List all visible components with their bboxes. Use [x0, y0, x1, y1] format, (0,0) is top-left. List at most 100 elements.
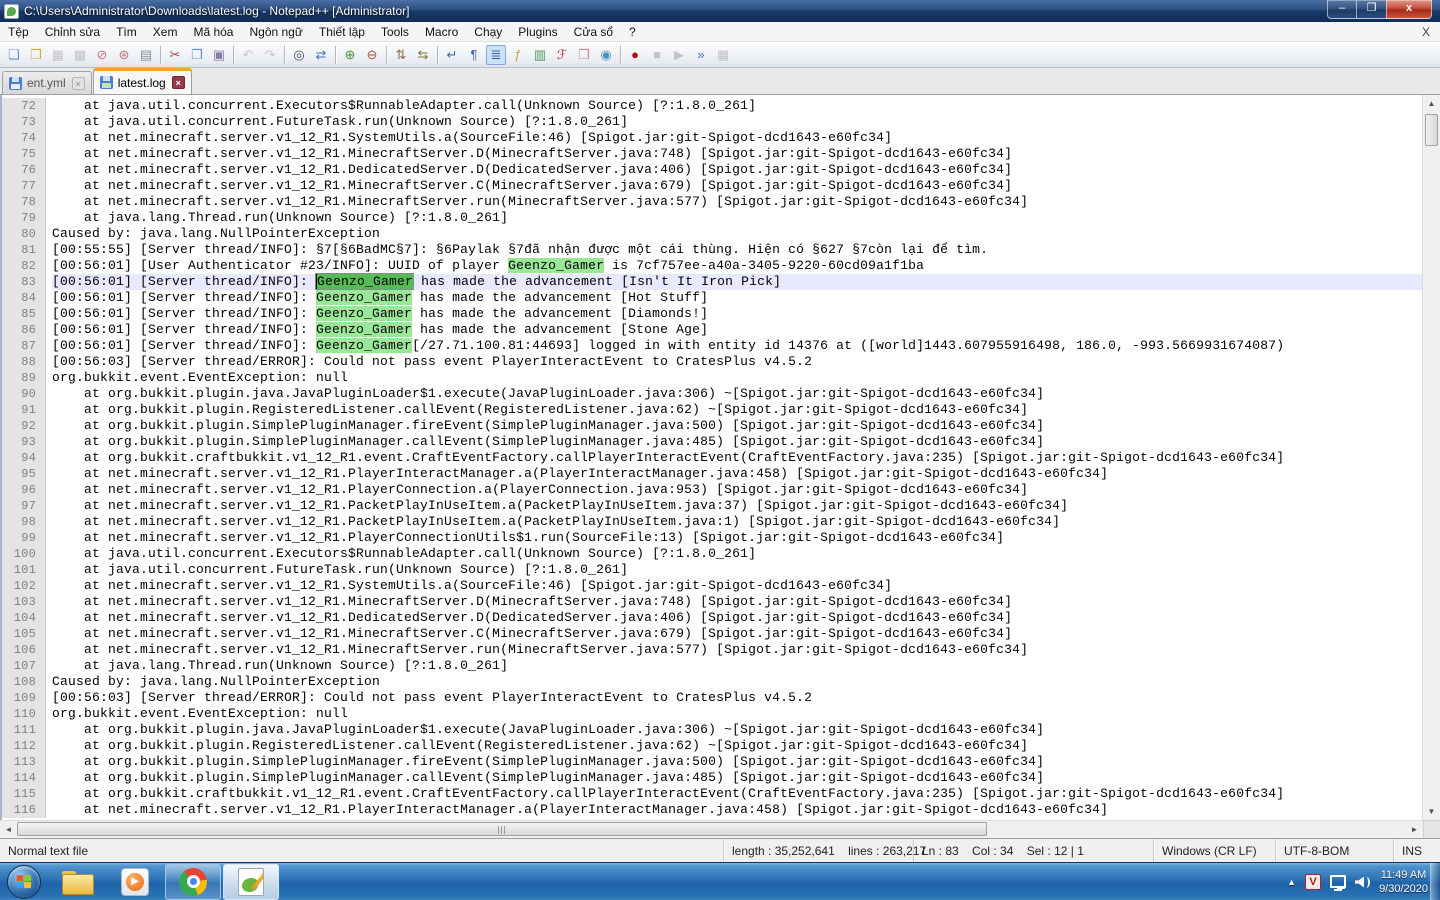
line-number[interactable]: 115	[2, 786, 46, 802]
sync-horizontal-icon[interactable]: ⇆	[413, 45, 433, 65]
log-line[interactable]: 79 at java.lang.Thread.run(Unknown Sourc…	[2, 210, 1422, 226]
cut-icon[interactable]: ✂	[165, 45, 185, 65]
new-file-icon[interactable]: ❏	[4, 45, 24, 65]
line-number[interactable]: 72	[2, 98, 46, 114]
menu-item-11[interactable]: Cửa sổ	[566, 23, 621, 41]
line-number[interactable]: 88	[2, 354, 46, 370]
line-number[interactable]: 82	[2, 258, 46, 274]
line-number[interactable]: 111	[2, 722, 46, 738]
macro-record-icon[interactable]: ●	[625, 45, 645, 65]
tab-ent.yml[interactable]: ent.yml×	[2, 71, 92, 94]
log-line[interactable]: 80Caused by: java.lang.NullPointerExcept…	[2, 226, 1422, 242]
line-number[interactable]: 98	[2, 514, 46, 530]
line-number[interactable]: 110	[2, 706, 46, 722]
log-line[interactable]: 72 at java.util.concurrent.Executors$Run…	[2, 98, 1422, 114]
volume-icon[interactable]	[1355, 877, 1370, 888]
replace-icon[interactable]: ⇄	[311, 45, 331, 65]
taskbar-notepad-plus-plus-button[interactable]	[223, 864, 279, 900]
log-line[interactable]: 95 at net.minecraft.server.v1_12_R1.Play…	[2, 466, 1422, 482]
menu-item-7[interactable]: Tools	[373, 23, 417, 41]
print-icon[interactable]: ▤	[136, 45, 156, 65]
find-icon[interactable]: ◎	[289, 45, 309, 65]
line-number[interactable]: 99	[2, 530, 46, 546]
zoom-out-icon[interactable]: ⊖	[362, 45, 382, 65]
menu-item-3[interactable]: Xem	[145, 23, 186, 41]
menu-item-10[interactable]: Plugins	[510, 23, 565, 41]
log-line[interactable]: 98 at net.minecraft.server.v1_12_R1.Pack…	[2, 514, 1422, 530]
log-line[interactable]: 94 at org.bukkit.craftbukkit.v1_12_R1.ev…	[2, 450, 1422, 466]
sync-vertical-icon[interactable]: ⇅	[391, 45, 411, 65]
line-number[interactable]: 96	[2, 482, 46, 498]
log-line[interactable]: 116 at net.minecraft.server.v1_12_R1.Pla…	[2, 802, 1422, 818]
log-line[interactable]: 102 at net.minecraft.server.v1_12_R1.Sys…	[2, 578, 1422, 594]
line-number[interactable]: 105	[2, 626, 46, 642]
show-desktop-button[interactable]	[1430, 863, 1440, 900]
indent-guide-icon[interactable]: ≣	[486, 45, 506, 65]
line-number[interactable]: 83	[2, 274, 46, 290]
log-line[interactable]: 97 at net.minecraft.server.v1_12_R1.Pack…	[2, 498, 1422, 514]
log-line[interactable]: 84[00:56:01] [Server thread/INFO]: Geenz…	[2, 290, 1422, 306]
line-number[interactable]: 76	[2, 162, 46, 178]
line-number[interactable]: 107	[2, 658, 46, 674]
menu-item-2[interactable]: Tìm	[108, 23, 145, 41]
close-doc-icon[interactable]: ⊘	[92, 45, 112, 65]
folder-workspace-icon[interactable]: ❒	[574, 45, 594, 65]
log-line[interactable]: 115 at org.bukkit.craftbukkit.v1_12_R1.e…	[2, 786, 1422, 802]
line-number[interactable]: 113	[2, 754, 46, 770]
log-line[interactable]: 100 at java.util.concurrent.Executors$Ru…	[2, 546, 1422, 562]
line-number[interactable]: 97	[2, 498, 46, 514]
line-number[interactable]: 90	[2, 386, 46, 402]
monitoring-eye-icon[interactable]: ◉	[596, 45, 616, 65]
line-number[interactable]: 78	[2, 194, 46, 210]
log-line[interactable]: 73 at java.util.concurrent.FutureTask.ru…	[2, 114, 1422, 130]
log-line[interactable]: 74 at net.minecraft.server.v1_12_R1.Syst…	[2, 130, 1422, 146]
taskbar-explorer-button[interactable]	[49, 864, 105, 900]
menu-item-4[interactable]: Mã hóa	[185, 23, 241, 41]
menu-item-12[interactable]: ?	[621, 23, 644, 41]
line-number[interactable]: 116	[2, 802, 46, 818]
antivirus-v-icon[interactable]: V	[1305, 874, 1321, 890]
restore-button[interactable]: ❐	[1357, 0, 1386, 19]
log-line[interactable]: 111 at org.bukkit.plugin.java.JavaPlugin…	[2, 722, 1422, 738]
menu-item-1[interactable]: Chỉnh sửa	[37, 23, 108, 41]
line-number[interactable]: 87	[2, 338, 46, 354]
scroll-up-arrow-icon[interactable]: ▲	[1423, 95, 1440, 112]
log-line[interactable]: 83[00:56:01] [Server thread/INFO]: Geenz…	[2, 274, 1422, 290]
log-line[interactable]: 91 at org.bukkit.plugin.RegisteredListen…	[2, 402, 1422, 418]
log-line[interactable]: 101 at java.util.concurrent.FutureTask.r…	[2, 562, 1422, 578]
line-number[interactable]: 104	[2, 610, 46, 626]
line-number[interactable]: 112	[2, 738, 46, 754]
scroll-down-arrow-icon[interactable]: ▼	[1423, 803, 1440, 820]
log-line[interactable]: 85[00:56:01] [Server thread/INFO]: Geenz…	[2, 306, 1422, 322]
hidden-icons-arrow[interactable]: ▲	[1287, 877, 1296, 887]
log-line[interactable]: 113 at org.bukkit.plugin.SimplePluginMan…	[2, 754, 1422, 770]
tab-latest.log[interactable]: latest.log×	[93, 68, 192, 94]
line-number[interactable]: 109	[2, 690, 46, 706]
log-line[interactable]: 89org.bukkit.event.EventException: null	[2, 370, 1422, 386]
taskbar-clock[interactable]: 11:49 AM 9/30/2020	[1379, 868, 1428, 896]
code-area[interactable]: 72 at java.util.concurrent.Executors$Run…	[2, 95, 1422, 820]
log-line[interactable]: 104 at net.minecraft.server.v1_12_R1.Ded…	[2, 610, 1422, 626]
line-number[interactable]: 77	[2, 178, 46, 194]
line-number[interactable]: 102	[2, 578, 46, 594]
scroll-right-arrow-icon[interactable]: ►	[1406, 821, 1423, 838]
log-line[interactable]: 92 at org.bukkit.plugin.SimplePluginMana…	[2, 418, 1422, 434]
status-insert-mode[interactable]: INS	[1394, 839, 1440, 862]
menu-item-9[interactable]: Chạy	[466, 23, 510, 41]
log-line[interactable]: 87[00:56:01] [Server thread/INFO]: Geenz…	[2, 338, 1422, 354]
minimize-button[interactable]: –	[1327, 0, 1357, 19]
line-number[interactable]: 86	[2, 322, 46, 338]
menu-item-6[interactable]: Thiết lập	[311, 23, 373, 41]
document-close-x[interactable]: X	[1422, 25, 1430, 39]
log-line[interactable]: 99 at net.minecraft.server.v1_12_R1.Play…	[2, 530, 1422, 546]
line-number[interactable]: 74	[2, 130, 46, 146]
log-line[interactable]: 96 at net.minecraft.server.v1_12_R1.Play…	[2, 482, 1422, 498]
status-encoding[interactable]: UTF-8-BOM	[1276, 839, 1394, 862]
menu-item-8[interactable]: Macro	[417, 23, 466, 41]
line-number[interactable]: 94	[2, 450, 46, 466]
log-line[interactable]: 93 at org.bukkit.plugin.SimplePluginMana…	[2, 434, 1422, 450]
horizontal-scroll-thumb[interactable]	[17, 822, 987, 836]
document-map-icon[interactable]: ▥	[530, 45, 550, 65]
line-number[interactable]: 108	[2, 674, 46, 690]
line-number[interactable]: 101	[2, 562, 46, 578]
